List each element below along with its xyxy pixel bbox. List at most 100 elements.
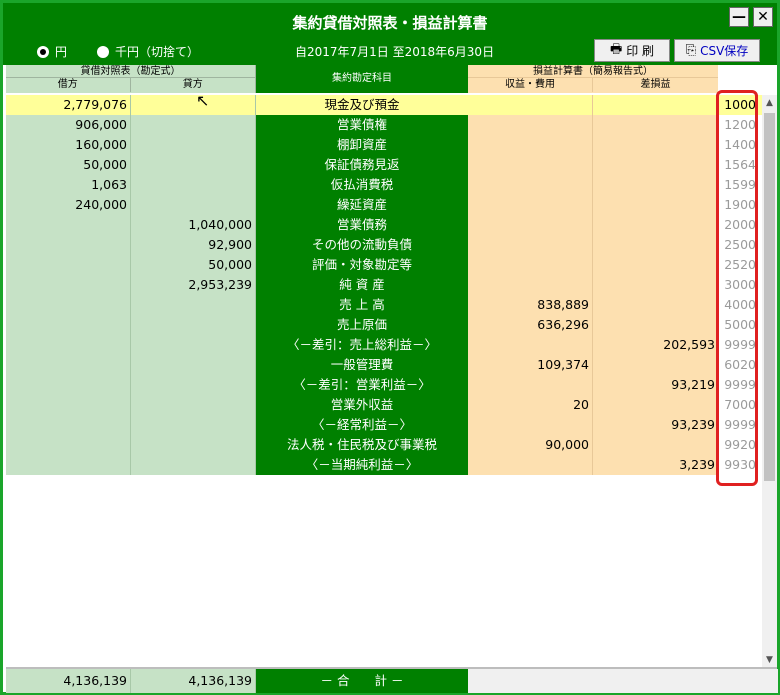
- debit-cell[interactable]: [6, 375, 131, 395]
- debit-cell[interactable]: 906,000: [6, 115, 131, 135]
- table-row[interactable]: 50,000 評価・対象勘定等 2520: [6, 255, 762, 275]
- credit-cell[interactable]: [131, 295, 256, 315]
- account-cell[interactable]: 〈－差引：売上総利益－〉: [256, 335, 468, 355]
- table-row[interactable]: 〈－差引：営業利益－〉 93,219 9999: [6, 375, 762, 395]
- table-row[interactable]: 160,000 棚卸資産 1400: [6, 135, 762, 155]
- table-row[interactable]: 2,953,239 純 資 産 3000: [6, 275, 762, 295]
- table-row[interactable]: 〈－差引：売上総利益－〉 202,593 9999: [6, 335, 762, 355]
- credit-cell[interactable]: 1,040,000: [131, 215, 256, 235]
- difference-cell[interactable]: [593, 435, 718, 455]
- debit-cell[interactable]: [6, 435, 131, 455]
- difference-cell[interactable]: [593, 175, 718, 195]
- table-row[interactable]: 92,900 その他の流動負債 2500: [6, 235, 762, 255]
- account-cell[interactable]: 〈－当期純利益－〉: [256, 455, 468, 475]
- debit-cell[interactable]: [6, 275, 131, 295]
- table-row[interactable]: 法人税・住民税及び事業税 90,000 9920: [6, 435, 762, 455]
- revenue-expense-cell[interactable]: [468, 375, 593, 395]
- table-row[interactable]: 906,000 営業債権 1200: [6, 115, 762, 135]
- credit-cell[interactable]: [131, 455, 256, 475]
- difference-cell[interactable]: 93,219: [593, 375, 718, 395]
- table-row[interactable]: 1,040,000 営業債務 2000: [6, 215, 762, 235]
- print-button[interactable]: 🖶 印 刷: [594, 39, 670, 62]
- debit-cell[interactable]: [6, 395, 131, 415]
- debit-cell[interactable]: [6, 255, 131, 275]
- credit-cell[interactable]: [131, 375, 256, 395]
- credit-cell[interactable]: [131, 195, 256, 215]
- account-cell[interactable]: 一般管理費: [256, 355, 468, 375]
- table-row[interactable]: 2,779,076 現金及び預金 1000: [6, 95, 762, 115]
- credit-cell[interactable]: 2,953,239: [131, 275, 256, 295]
- difference-cell[interactable]: 3,239: [593, 455, 718, 475]
- difference-cell[interactable]: [593, 275, 718, 295]
- account-cell[interactable]: 棚卸資産: [256, 135, 468, 155]
- revenue-expense-cell[interactable]: [468, 455, 593, 475]
- revenue-expense-cell[interactable]: [468, 255, 593, 275]
- difference-cell[interactable]: [593, 395, 718, 415]
- difference-cell[interactable]: [593, 255, 718, 275]
- credit-cell[interactable]: [131, 335, 256, 355]
- revenue-expense-cell[interactable]: [468, 275, 593, 295]
- scroll-thumb[interactable]: [764, 113, 775, 481]
- account-cell[interactable]: 現金及び預金: [256, 95, 468, 115]
- debit-cell[interactable]: [6, 215, 131, 235]
- revenue-expense-cell[interactable]: 20: [468, 395, 593, 415]
- revenue-expense-cell[interactable]: [468, 115, 593, 135]
- csv-save-button[interactable]: ⎘ CSV保存: [674, 39, 760, 62]
- account-cell[interactable]: 純 資 産: [256, 275, 468, 295]
- credit-cell[interactable]: [131, 175, 256, 195]
- account-cell[interactable]: 営業外収益: [256, 395, 468, 415]
- radio-yen[interactable]: 円: [37, 43, 67, 60]
- account-cell[interactable]: 評価・対象勘定等: [256, 255, 468, 275]
- close-button[interactable]: ✕: [753, 7, 773, 27]
- difference-cell[interactable]: [593, 355, 718, 375]
- revenue-expense-cell[interactable]: [468, 215, 593, 235]
- table-row[interactable]: 営業外収益 20 7000: [6, 395, 762, 415]
- account-cell[interactable]: 営業債権: [256, 115, 468, 135]
- revenue-expense-cell[interactable]: 109,374: [468, 355, 593, 375]
- credit-cell[interactable]: [131, 415, 256, 435]
- revenue-expense-cell[interactable]: [468, 155, 593, 175]
- account-cell[interactable]: 繰延資産: [256, 195, 468, 215]
- difference-cell[interactable]: [593, 135, 718, 155]
- credit-column-header[interactable]: 貸方: [131, 78, 256, 92]
- difference-cell[interactable]: [593, 155, 718, 175]
- account-cell[interactable]: 保証債務見返: [256, 155, 468, 175]
- revenue-expense-cell[interactable]: 838,889: [468, 295, 593, 315]
- revenue-expense-column-header[interactable]: 収益・費用: [468, 78, 593, 92]
- table-row[interactable]: 〈－経常利益－〉 93,239 9999: [6, 415, 762, 435]
- debit-column-header[interactable]: 借方: [6, 78, 131, 92]
- revenue-expense-cell[interactable]: [468, 95, 593, 115]
- credit-cell[interactable]: [131, 435, 256, 455]
- credit-cell[interactable]: [131, 395, 256, 415]
- difference-cell[interactable]: [593, 195, 718, 215]
- revenue-expense-cell[interactable]: 90,000: [468, 435, 593, 455]
- credit-cell[interactable]: 50,000: [131, 255, 256, 275]
- difference-column-header[interactable]: 差損益: [593, 78, 718, 92]
- debit-cell[interactable]: [6, 315, 131, 335]
- difference-cell[interactable]: [593, 295, 718, 315]
- credit-cell[interactable]: [131, 95, 256, 115]
- account-cell[interactable]: 〈－経常利益－〉: [256, 415, 468, 435]
- table-row[interactable]: 売 上 高 838,889 4000: [6, 295, 762, 315]
- table-row[interactable]: 50,000 保証債務見返 1564: [6, 155, 762, 175]
- debit-cell[interactable]: 2,779,076: [6, 95, 131, 115]
- difference-cell[interactable]: [593, 235, 718, 255]
- credit-cell[interactable]: [131, 115, 256, 135]
- credit-cell[interactable]: 92,900: [131, 235, 256, 255]
- table-row[interactable]: 1,063 仮払消費税 1599: [6, 175, 762, 195]
- debit-cell[interactable]: [6, 235, 131, 255]
- table-row[interactable]: 売上原価 636,296 5000: [6, 315, 762, 335]
- account-cell[interactable]: その他の流動負債: [256, 235, 468, 255]
- debit-cell[interactable]: 160,000: [6, 135, 131, 155]
- difference-cell[interactable]: [593, 215, 718, 235]
- table-row[interactable]: 240,000 繰延資産 1900: [6, 195, 762, 215]
- revenue-expense-cell[interactable]: [468, 195, 593, 215]
- debit-cell[interactable]: [6, 455, 131, 475]
- revenue-expense-cell[interactable]: [468, 175, 593, 195]
- difference-cell[interactable]: 202,593: [593, 335, 718, 355]
- account-cell[interactable]: 法人税・住民税及び事業税: [256, 435, 468, 455]
- debit-cell[interactable]: [6, 355, 131, 375]
- debit-cell[interactable]: 240,000: [6, 195, 131, 215]
- debit-cell[interactable]: [6, 295, 131, 315]
- account-cell[interactable]: 売上原価: [256, 315, 468, 335]
